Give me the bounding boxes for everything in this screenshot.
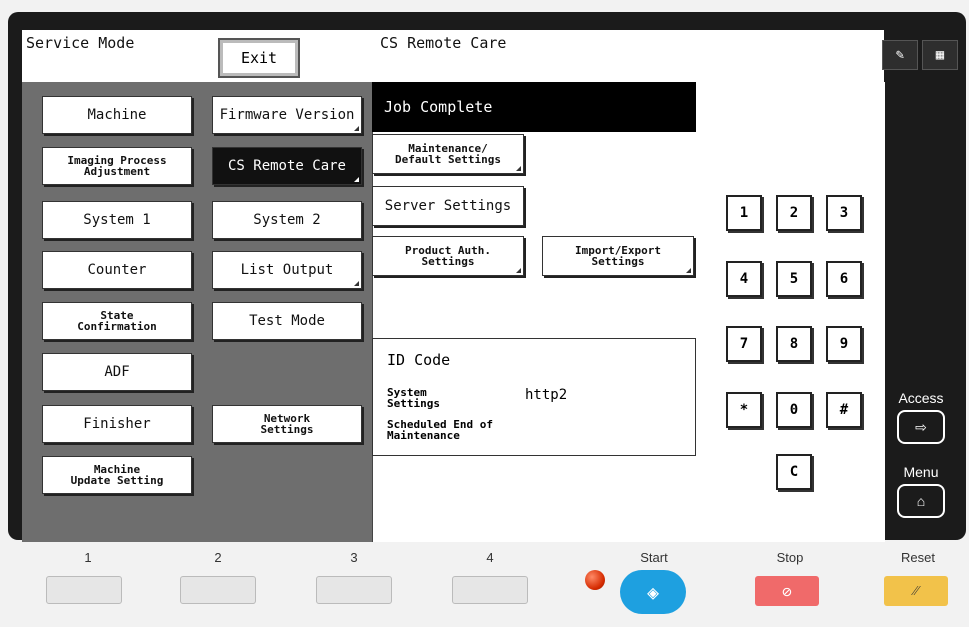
keypad-7[interactable]: 7 bbox=[726, 326, 762, 362]
keypad-1[interactable]: 1 bbox=[726, 195, 762, 231]
hardware-key-2[interactable] bbox=[180, 576, 256, 604]
scheduled-end-label: Scheduled End of Maintenance bbox=[387, 418, 493, 442]
hardware-key-1[interactable] bbox=[46, 576, 122, 604]
job-status-banner: Job Complete bbox=[372, 82, 696, 132]
stop-button[interactable]: ⊘ bbox=[755, 576, 819, 606]
hardware-key-3-label: 3 bbox=[350, 550, 358, 565]
keypad-9[interactable]: 9 bbox=[826, 326, 862, 362]
pencil-icon[interactable]: ✎ bbox=[882, 40, 918, 70]
server-settings-button[interactable]: Server Settings bbox=[372, 186, 524, 226]
system-settings-value: http2 bbox=[525, 387, 568, 403]
hardware-key-3[interactable] bbox=[316, 576, 392, 604]
maintenance-default-settings-button[interactable]: Maintenance/ Default Settings bbox=[372, 134, 524, 174]
access-icon[interactable]: ⇨ bbox=[897, 410, 945, 444]
keypad-hash[interactable]: # bbox=[826, 392, 862, 428]
menu-system-1[interactable]: System 1 bbox=[42, 201, 192, 239]
start-label: Start bbox=[640, 550, 668, 565]
stop-icon: ⊘ bbox=[782, 581, 792, 601]
keypad-5[interactable]: 5 bbox=[776, 261, 812, 297]
menu-system-2[interactable]: System 2 bbox=[212, 201, 362, 239]
hardware-key-1-label: 1 bbox=[84, 550, 92, 565]
menu-machine-update-setting[interactable]: Machine Update Setting bbox=[42, 456, 192, 494]
access-control: Access ⇨ bbox=[877, 390, 965, 444]
start-button[interactable]: ◈ bbox=[620, 570, 686, 614]
id-code-panel: ID Code System Settings http2 Scheduled … bbox=[372, 338, 696, 456]
keypad-6[interactable]: 6 bbox=[826, 261, 862, 297]
menu-machine[interactable]: Machine bbox=[42, 96, 192, 134]
import-export-settings-button[interactable]: Import/Export Settings bbox=[542, 236, 694, 276]
start-icon: ◈ bbox=[646, 580, 660, 604]
home-icon[interactable]: ⌂ bbox=[897, 484, 945, 518]
grid-icon[interactable]: ▦ bbox=[922, 40, 958, 70]
keypad-8[interactable]: 8 bbox=[776, 326, 812, 362]
keypad-3[interactable]: 3 bbox=[826, 195, 862, 231]
keypad-0[interactable]: 0 bbox=[776, 392, 812, 428]
menu-adf[interactable]: ADF bbox=[42, 353, 192, 391]
hardware-key-4-label: 4 bbox=[486, 550, 494, 565]
system-settings-label: System Settings bbox=[387, 386, 440, 410]
menu-state-confirmation[interactable]: State Confirmation bbox=[42, 302, 192, 340]
menu-firmware-version[interactable]: Firmware Version bbox=[212, 96, 362, 134]
status-led bbox=[585, 570, 605, 590]
hardware-key-4[interactable] bbox=[452, 576, 528, 604]
menu-label: Menu bbox=[903, 464, 939, 480]
exit-button[interactable]: Exit bbox=[218, 38, 300, 78]
keypad-2[interactable]: 2 bbox=[776, 195, 812, 231]
menu-list-output[interactable]: List Output bbox=[212, 251, 362, 289]
keypad-clear[interactable]: C bbox=[776, 454, 812, 490]
access-label: Access bbox=[898, 390, 944, 406]
hardware-key-2-label: 2 bbox=[214, 550, 222, 565]
reset-label: Reset bbox=[901, 550, 935, 565]
product-auth-settings-button[interactable]: Product Auth. Settings bbox=[372, 236, 524, 276]
keypad-star[interactable]: * bbox=[726, 392, 762, 428]
menu-control: Menu ⌂ bbox=[877, 464, 965, 518]
keypad-4[interactable]: 4 bbox=[726, 261, 762, 297]
menu-imaging-process-adjustment[interactable]: Imaging Process Adjustment bbox=[42, 147, 192, 185]
stop-label: Stop bbox=[776, 550, 804, 565]
menu-finisher[interactable]: Finisher bbox=[42, 405, 192, 443]
menu-counter[interactable]: Counter bbox=[42, 251, 192, 289]
menu-cs-remote-care[interactable]: CS Remote Care bbox=[212, 147, 362, 185]
page-title: Service Mode bbox=[26, 34, 135, 52]
device-frame: Service Mode Exit CS Remote Care Machine… bbox=[0, 0, 969, 627]
section-title: CS Remote Care bbox=[380, 34, 507, 52]
reset-icon: ⁄⁄ bbox=[913, 582, 919, 599]
menu-test-mode[interactable]: Test Mode bbox=[212, 302, 362, 340]
menu-network-settings[interactable]: Network Settings bbox=[212, 405, 362, 443]
id-code-title: ID Code bbox=[387, 351, 451, 369]
reset-button[interactable]: ⁄⁄ bbox=[884, 576, 948, 606]
